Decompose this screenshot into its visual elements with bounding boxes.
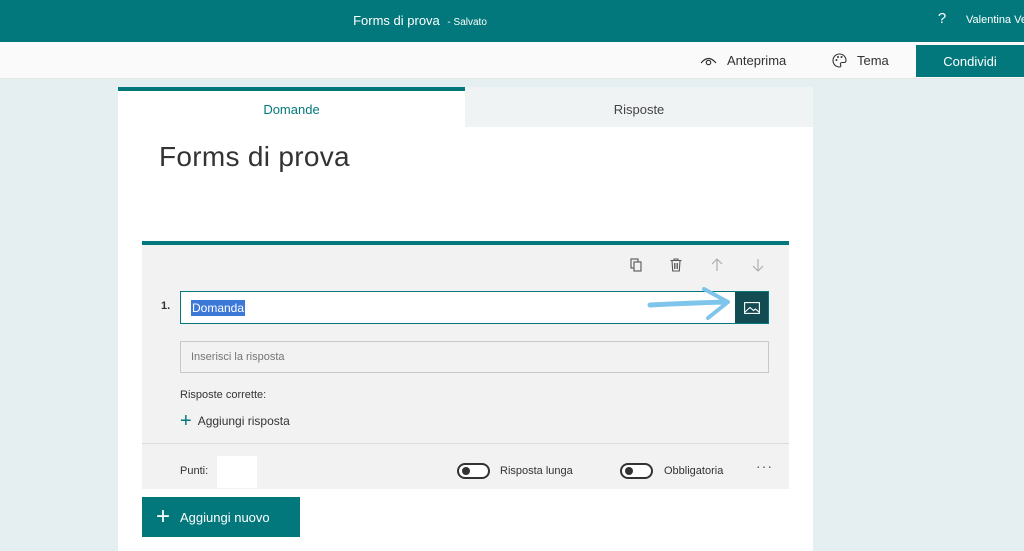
form-title[interactable]: Forms di prova (159, 141, 350, 173)
save-status: - Salvato (447, 17, 487, 28)
points-label: Punti: (180, 465, 209, 477)
image-icon (743, 301, 760, 314)
plus-icon: + (156, 503, 171, 530)
eye-icon (700, 57, 717, 65)
correct-answers-label: Risposte corrette: (180, 389, 267, 401)
arrow-down-icon[interactable] (750, 257, 766, 273)
theme-button[interactable]: Tema (832, 42, 889, 79)
share-button[interactable]: Condividi (916, 45, 1024, 77)
points-input[interactable] (217, 456, 257, 488)
question-footer: Punti: Risposta lunga Obbligatoria ··· (142, 443, 789, 489)
theme-label: Tema (857, 53, 889, 68)
preview-button[interactable]: Anteprima (700, 42, 786, 79)
question-input[interactable]: Domanda (191, 300, 246, 316)
form-name: Forms di prova (353, 13, 440, 28)
answer-input[interactable] (180, 341, 769, 373)
help-icon[interactable]: ? (934, 10, 950, 27)
delete-icon[interactable] (668, 257, 684, 273)
top-bar: Forms di prova - Salvato ? Valentina Ve (0, 0, 1024, 42)
tab-responses[interactable]: Risposte (465, 87, 813, 127)
insert-image-button[interactable] (735, 292, 768, 323)
palette-icon (832, 53, 847, 68)
add-answer-label: Aggiungi risposta (197, 414, 290, 428)
plus-icon: + (180, 410, 192, 432)
more-options-icon[interactable]: ··· (756, 458, 773, 474)
annotation-arrow (647, 287, 730, 320)
required-toggle[interactable] (620, 463, 653, 479)
copy-icon[interactable] (628, 257, 644, 273)
form-header-title: Forms di prova - Salvato (0, 0, 840, 42)
required-label: Obbligatoria (664, 465, 724, 477)
add-new-label: Aggiungi nuovo (180, 509, 270, 525)
long-answer-label: Risposta lunga (500, 465, 573, 477)
question-card[interactable]: 1. Domanda Risposte corrette: + Aggiungi… (142, 241, 789, 489)
long-answer-toggle[interactable] (457, 463, 490, 479)
user-name[interactable]: Valentina Ve (966, 14, 1024, 26)
tab-questions[interactable]: Domande (118, 87, 465, 127)
add-new-button[interactable]: + Aggiungi nuovo (142, 497, 300, 537)
question-number: 1. (161, 300, 171, 312)
arrow-up-icon[interactable] (709, 257, 725, 273)
add-answer-button[interactable]: + Aggiungi risposta (180, 410, 290, 432)
preview-label: Anteprima (727, 53, 787, 68)
toolbar: Anteprima Tema Condividi (0, 42, 1024, 79)
